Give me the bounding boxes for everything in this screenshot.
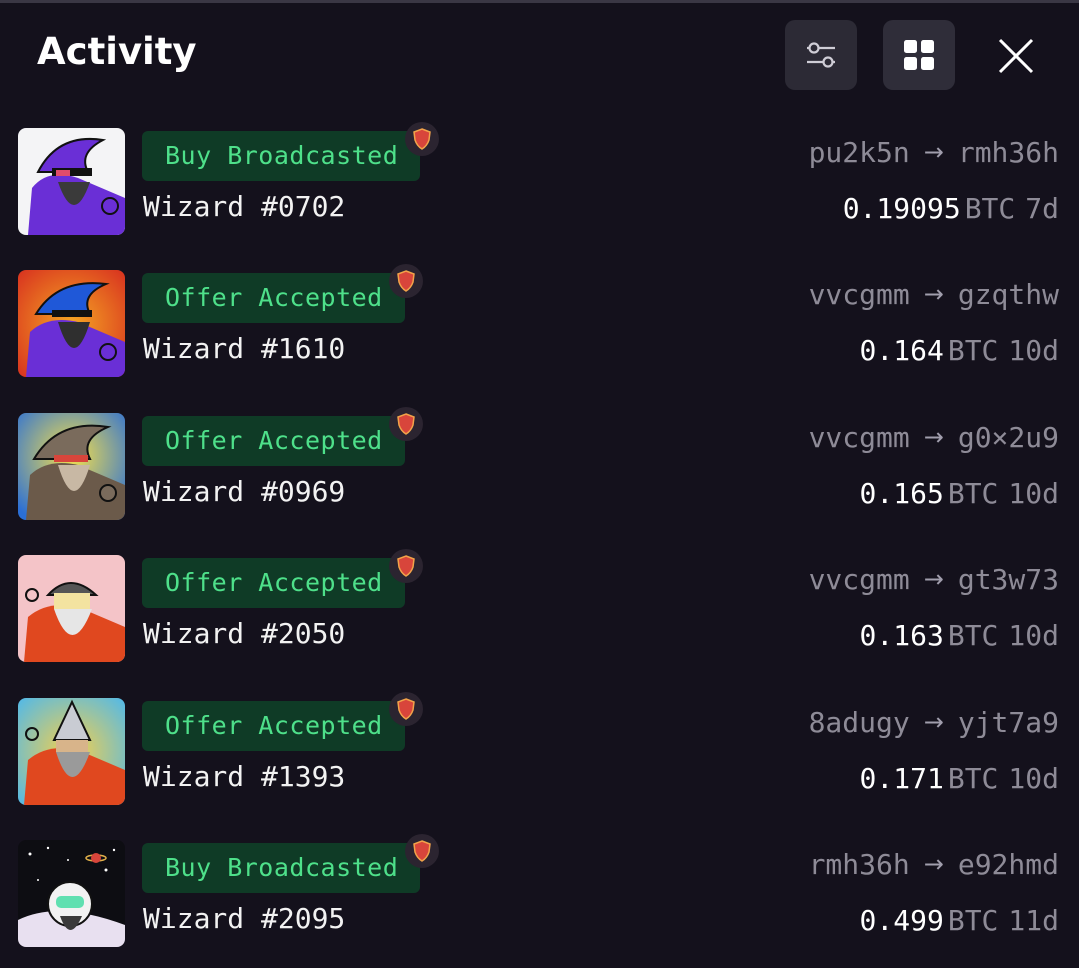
to-address[interactable]: gzqthw <box>958 278 1059 311</box>
from-address[interactable]: vvcgmm <box>809 278 910 311</box>
item-name[interactable]: Wizard #2050 <box>143 617 345 650</box>
price-currency: BTC <box>947 619 999 652</box>
to-address[interactable]: gt3w73 <box>958 563 1059 596</box>
arrow-right-icon: → <box>923 850 944 878</box>
transfer-addresses: vvcgmm → gt3w73 <box>809 563 1059 596</box>
arrow-right-icon: → <box>923 708 944 736</box>
from-address[interactable]: pu2k5n <box>809 136 910 169</box>
arrow-right-icon: → <box>923 138 944 166</box>
time-ago: 10d <box>1008 477 1059 510</box>
transfer-addresses: pu2k5n → rmh36h <box>809 136 1059 169</box>
close-icon <box>998 38 1034 74</box>
time-ago: 10d <box>1008 762 1059 795</box>
price-info: 0.499 BTC 11d <box>860 904 1059 937</box>
from-address[interactable]: rmh36h <box>809 848 910 881</box>
price-currency: BTC <box>964 192 1016 225</box>
activity-row[interactable]: Offer Accepted Wizard #0969 vvcgmm → g0×2u… <box>0 407 1079 523</box>
status-badge: Buy Broadcasted <box>142 843 421 893</box>
item-name[interactable]: Wizard #0702 <box>143 190 345 223</box>
wizard-thumbnail[interactable] <box>18 698 125 805</box>
price-info: 0.164 BTC 10d <box>860 334 1059 367</box>
wizard-thumbnail[interactable] <box>18 840 125 947</box>
status-badge: Buy Broadcasted <box>142 131 421 181</box>
time-ago: 11d <box>1008 904 1059 937</box>
time-ago: 10d <box>1008 619 1059 652</box>
wizard-thumbnail[interactable] <box>18 128 125 235</box>
filter-button[interactable] <box>785 20 857 90</box>
sliders-icon <box>807 42 835 68</box>
shield-icon <box>389 407 423 441</box>
price-currency: BTC <box>947 762 999 795</box>
close-button[interactable] <box>990 30 1042 82</box>
transfer-addresses: vvcgmm → g0×2u9 <box>809 421 1059 454</box>
activity-row[interactable]: Buy Broadcasted Wizard #0702 pu2k5n → rmh3… <box>0 122 1079 238</box>
price-info: 0.171 BTC 10d <box>860 762 1059 795</box>
to-address[interactable]: e92hmd <box>958 848 1059 881</box>
item-name[interactable]: Wizard #2095 <box>143 902 345 935</box>
price-amount: 0.163 <box>859 619 944 652</box>
activity-header: Activity <box>0 0 1079 110</box>
activity-row[interactable]: Offer Accepted Wizard #2050 vvcgmm → gt3w7… <box>0 549 1079 665</box>
to-address[interactable]: yjt7a9 <box>958 706 1059 739</box>
status-badge: Offer Accepted <box>142 416 405 466</box>
page-title: Activity <box>37 30 197 73</box>
time-ago: 7d <box>1025 192 1059 225</box>
item-name[interactable]: Wizard #0969 <box>143 475 345 508</box>
status-badge: Offer Accepted <box>142 273 405 323</box>
shield-icon <box>389 692 423 726</box>
wizard-thumbnail[interactable] <box>18 555 125 662</box>
price-amount: 0.165 <box>859 477 944 510</box>
shield-icon <box>405 834 439 868</box>
from-address[interactable]: vvcgmm <box>809 563 910 596</box>
transfer-addresses: vvcgmm → gzqthw <box>809 278 1059 311</box>
status-badge: Offer Accepted <box>142 558 405 608</box>
price-amount: 0.499 <box>859 904 944 937</box>
to-address[interactable]: g0×2u9 <box>958 421 1059 454</box>
time-ago: 10d <box>1008 334 1059 367</box>
price-currency: BTC <box>947 904 999 937</box>
item-name[interactable]: Wizard #1393 <box>143 760 345 793</box>
grid-view-button[interactable] <box>883 20 955 90</box>
price-amount: 0.19095 <box>842 192 961 225</box>
status-badge: Offer Accepted <box>142 701 405 751</box>
price-info: 0.165 BTC 10d <box>860 477 1059 510</box>
from-address[interactable]: vvcgmm <box>809 421 910 454</box>
wizard-thumbnail[interactable] <box>18 270 125 377</box>
grid-icon <box>904 40 934 70</box>
price-info: 0.19095 BTC 7d <box>843 192 1059 225</box>
to-address[interactable]: rmh36h <box>958 136 1059 169</box>
activity-row[interactable]: Buy Broadcasted Wizard #2095 rmh36h → e92h… <box>0 834 1079 950</box>
price-amount: 0.171 <box>859 762 944 795</box>
arrow-right-icon: → <box>923 565 944 593</box>
price-currency: BTC <box>947 477 999 510</box>
from-address[interactable]: 8adugy <box>809 706 910 739</box>
shield-icon <box>389 549 423 583</box>
price-amount: 0.164 <box>859 334 944 367</box>
shield-icon <box>389 264 423 298</box>
transfer-addresses: rmh36h → e92hmd <box>809 848 1059 881</box>
arrow-right-icon: → <box>923 423 944 451</box>
arrow-right-icon: → <box>923 280 944 308</box>
price-currency: BTC <box>947 334 999 367</box>
transfer-addresses: 8adugy → yjt7a9 <box>809 706 1059 739</box>
activity-row[interactable]: Offer Accepted Wizard #1610 vvcgmm → gzqth… <box>0 264 1079 380</box>
shield-icon <box>405 122 439 156</box>
price-info: 0.163 BTC 10d <box>860 619 1059 652</box>
wizard-thumbnail[interactable] <box>18 413 125 520</box>
activity-row[interactable]: Offer Accepted Wizard #1393 8adugy → yjt7a… <box>0 692 1079 808</box>
item-name[interactable]: Wizard #1610 <box>143 332 345 365</box>
